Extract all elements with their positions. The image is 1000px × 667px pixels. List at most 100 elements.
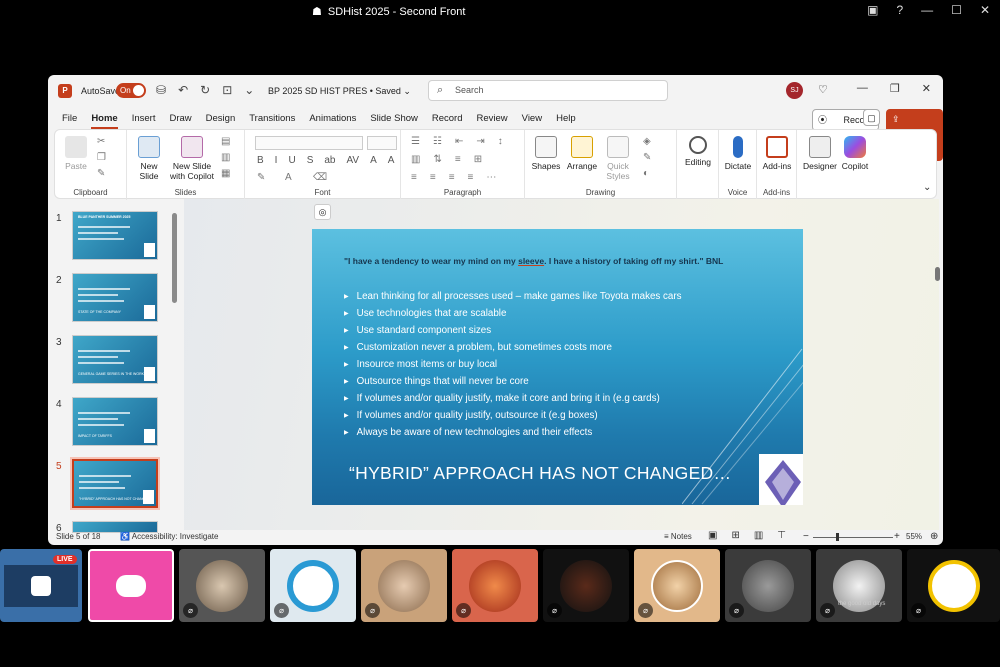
align-center-icon[interactable]: ≡ <box>430 172 436 183</box>
normal-view-icon[interactable]: ▣ <box>708 530 717 541</box>
align-left-icon[interactable]: ≡ <box>411 172 417 183</box>
font-format-button[interactable]: ab <box>324 155 335 166</box>
reset-icon[interactable]: ▥ <box>221 152 230 163</box>
customize-qat-icon[interactable]: ⌄ <box>244 83 254 97</box>
participant-tile[interactable]: ⌀ <box>543 549 629 622</box>
cut-icon[interactable]: ✂ <box>97 136 105 147</box>
participant-tile[interactable]: ⌀ <box>361 549 447 622</box>
font-format-button[interactable]: S <box>307 155 314 166</box>
canvas-scrollbar[interactable] <box>934 199 943 530</box>
layout-icon[interactable]: ▤ <box>221 136 230 147</box>
autosave-toggle[interactable]: On <box>116 83 146 98</box>
font-format-button[interactable]: B <box>257 155 264 166</box>
new-slide-copilot-button[interactable]: New Slide with Copilot <box>167 136 217 181</box>
participant-tile[interactable]: ⌀ <box>907 549 1000 622</box>
tab-help[interactable]: Help <box>556 111 576 129</box>
clear-format-icon[interactable]: ⌫ <box>313 172 327 183</box>
font-name-input[interactable] <box>255 136 363 150</box>
tab-draw[interactable]: Draw <box>169 111 191 129</box>
numbering-icon[interactable]: ☷ <box>433 136 442 147</box>
slideshow-view-icon[interactable]: ⊤ <box>777 530 786 541</box>
columns-icon[interactable]: ▥ <box>411 154 420 165</box>
participant-tile[interactable]: ⌀ <box>270 549 356 622</box>
section-icon[interactable]: ▦ <box>221 168 230 179</box>
font-color-icon[interactable]: A <box>285 172 292 183</box>
tab-transitions[interactable]: Transitions <box>249 111 295 129</box>
tab-review[interactable]: Review <box>477 111 508 129</box>
participant-tile[interactable]: ⌀ <box>725 549 811 622</box>
decrease-indent-icon[interactable]: ⇤ <box>455 136 463 147</box>
redo-icon[interactable]: ↻ <box>200 83 210 97</box>
tab-record[interactable]: Record <box>432 111 463 129</box>
font-format-button[interactable]: A <box>370 155 377 166</box>
justify-icon[interactable]: ≡ <box>468 172 474 183</box>
restore-icon[interactable]: ❐ <box>890 82 900 95</box>
slide-sorter-icon[interactable]: ⊞ <box>731 530 739 541</box>
slide-thumbnail[interactable]: IMPACT OF TARIFFS <box>72 397 158 446</box>
slide-thumbnail[interactable]: STATE OF THE COMPANY <box>72 273 158 322</box>
pip-icon[interactable]: ▣ <box>867 3 878 17</box>
undo-icon[interactable]: ↶ <box>178 83 188 97</box>
participant-discord[interactable] <box>88 549 174 622</box>
align-right-icon[interactable]: ≡ <box>449 172 455 183</box>
participant-tile[interactable]: ⌀ <box>634 549 720 622</box>
more-paragraph-icon[interactable]: ⋯ <box>486 172 496 183</box>
save-icon[interactable]: ⛁ <box>156 83 166 97</box>
zoom-in-icon[interactable]: + <box>894 531 900 542</box>
accessibility-status[interactable]: ♿ Accessibility: Investigate <box>120 532 218 541</box>
highlight-icon[interactable]: ✎ <box>257 172 265 183</box>
avatar[interactable]: SJ <box>786 82 803 99</box>
maximize-icon[interactable]: ☐ <box>951 3 962 17</box>
align-text-icon[interactable]: ≡ <box>455 154 461 165</box>
present-icon[interactable]: ⊡ <box>222 83 232 97</box>
participant-tile[interactable]: ⌀ <box>452 549 538 622</box>
copilot-button[interactable]: Copilot <box>839 136 871 171</box>
participant-tile[interactable]: ⌀ <box>179 549 265 622</box>
shape-effects-icon[interactable]: ◐ <box>643 168 649 179</box>
copilot-float-icon[interactable]: ◎ <box>314 204 331 220</box>
increase-indent-icon[interactable]: ⇥ <box>476 136 484 147</box>
search-box[interactable]: ⌕ Search <box>428 80 668 101</box>
close-icon[interactable]: ✕ <box>922 82 931 95</box>
dictate-button[interactable]: Dictate <box>721 136 755 171</box>
font-format-button[interactable]: U <box>288 155 295 166</box>
tab-animations[interactable]: Animations <box>309 111 356 129</box>
slide-thumbnail[interactable]: BLUE PANTHER SUMMER 2025 <box>72 211 158 260</box>
text-direction-icon[interactable]: ⇅ <box>433 154 441 165</box>
zoom-slider-thumb[interactable] <box>836 533 839 541</box>
line-spacing-icon[interactable]: ↕ <box>498 136 503 147</box>
minimize-icon[interactable]: — <box>921 3 933 17</box>
fit-slide-icon[interactable]: ⊕ <box>930 531 938 542</box>
current-slide[interactable]: "I have a tendency to wear my mind on my… <box>312 229 803 505</box>
font-format-button[interactable]: I <box>275 155 278 166</box>
format-painter-icon[interactable]: ✎ <box>97 168 105 179</box>
participant-screen-share[interactable]: LIVE <box>0 549 82 622</box>
slide-thumbnail[interactable]: GENERAL GAME SERIES IN THE WORKS <box>72 335 158 384</box>
document-title[interactable]: BP 2025 SD HIST PRES • Saved ⌄ <box>268 86 411 97</box>
zoom-slider[interactable] <box>813 537 893 538</box>
arrange-button[interactable]: Arrange <box>565 136 599 171</box>
participant-tile[interactable]: the good old days ⌀ <box>816 549 902 622</box>
close-icon[interactable]: ✕ <box>980 3 990 17</box>
copy-icon[interactable]: ❐ <box>97 152 106 163</box>
reading-view-icon[interactable]: ▥ <box>754 530 763 541</box>
slide-thumbnail[interactable]: "HYBRID" APPROACH HAS NOT CHANGED <box>70 457 160 510</box>
thumbnails-scrollbar[interactable] <box>172 205 178 527</box>
quick-styles-button[interactable]: Quick Styles <box>603 136 633 181</box>
font-format-button[interactable]: AV <box>346 155 359 166</box>
collapse-ribbon-icon[interactable]: ⌄ <box>923 182 931 193</box>
tab-home[interactable]: Home <box>91 111 118 129</box>
notes-button[interactable]: ≡ Notes <box>664 532 692 541</box>
tab-insert[interactable]: Insert <box>132 111 156 129</box>
tab-file[interactable]: File <box>62 111 77 129</box>
shapes-button[interactable]: Shapes <box>531 136 561 171</box>
tab-slide-show[interactable]: Slide Show <box>370 111 418 129</box>
tab-design[interactable]: Design <box>206 111 236 129</box>
minimize-icon[interactable]: — <box>857 82 868 95</box>
canvas-scrollbar-thumb[interactable] <box>935 267 940 281</box>
smartart-icon[interactable]: ⊞ <box>474 154 482 165</box>
scrollbar-thumb[interactable] <box>172 213 177 303</box>
font-size-input[interactable] <box>367 136 397 150</box>
new-slide-button[interactable]: New Slide <box>135 136 163 181</box>
shape-outline-icon[interactable]: ✎ <box>643 152 651 163</box>
